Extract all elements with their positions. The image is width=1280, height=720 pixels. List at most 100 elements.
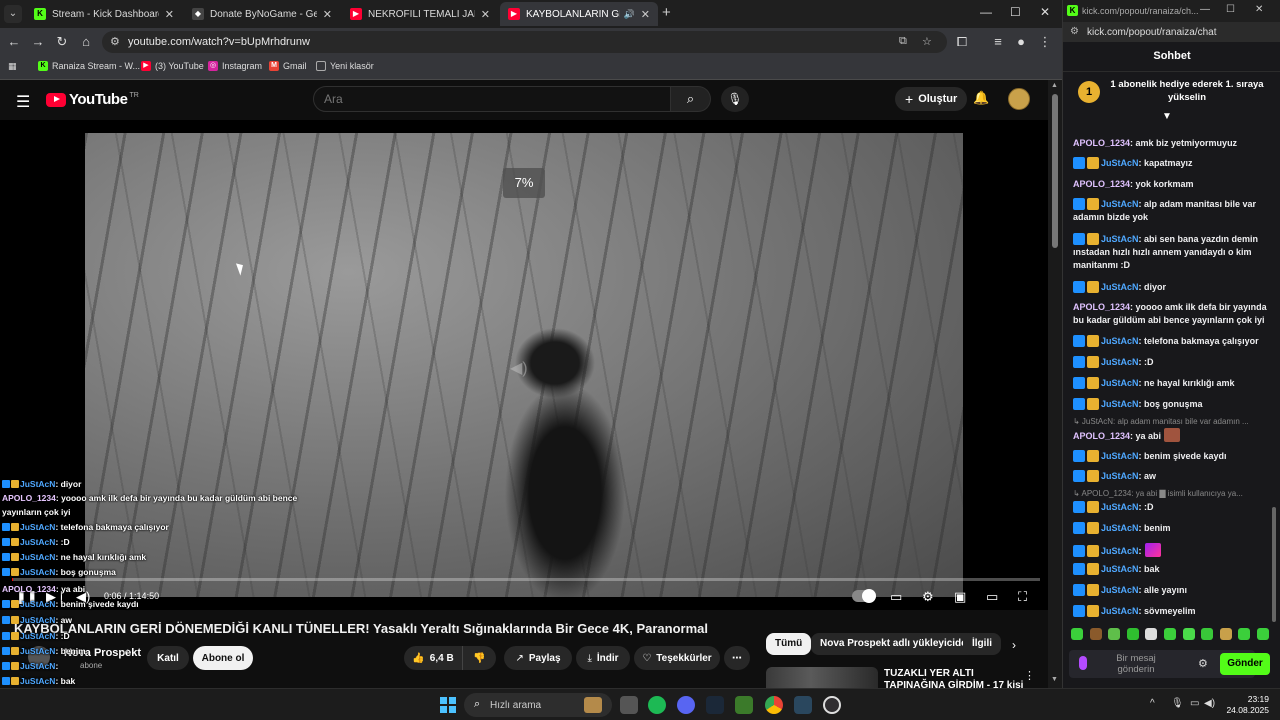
tab-search-icon[interactable]: ⌄ (4, 5, 22, 23)
chat-message[interactable]: APOLO_1234: ya abi (1073, 428, 1269, 443)
chat-message[interactable]: JuStAcN: telefona bakmaya çalışıyor (1073, 335, 1269, 348)
settings-gear-icon[interactable]: ⚙ (922, 589, 934, 605)
new-tab-button[interactable]: + (662, 4, 671, 21)
chat-username[interactable]: JuStAcN (1101, 158, 1139, 168)
emote-icon[interactable] (1164, 628, 1176, 640)
address-bar[interactable]: ⚙ youtube.com/watch?v=bUpMrhdrunw ⧉ ☆ (102, 31, 947, 53)
speaker-icon[interactable]: 🔊 (624, 9, 635, 20)
search-input[interactable] (314, 87, 634, 111)
bookmark-instagram[interactable]: ◎ Instagram (208, 61, 262, 71)
like-button[interactable]: 👍 6,4 B (404, 646, 462, 670)
extensions-icon[interactable]: ⧠ (954, 34, 970, 50)
chat-message[interactable]: JuStAcN: diyor (1073, 281, 1269, 294)
chat-username[interactable]: JuStAcN (1101, 471, 1139, 481)
emote-icon[interactable] (1257, 628, 1269, 640)
tab-kick-dashboard[interactable]: K Stream - Kick Dashboard ✕ (26, 2, 182, 26)
minimize-icon[interactable]: — (980, 5, 992, 19)
fullscreen-icon[interactable]: ⛶ (1018, 589, 1027, 605)
search-button[interactable]: ⌕ (671, 86, 711, 112)
progress-bar[interactable] (12, 578, 1040, 581)
chat-username[interactable]: JuStAcN (1101, 357, 1139, 367)
chat-message[interactable]: JuStAcN: :D (1073, 356, 1269, 369)
rec-video-thumbnail[interactable] (766, 667, 878, 688)
chat-username[interactable]: JuStAcN (1101, 523, 1139, 533)
install-app-icon[interactable]: ⧉ (899, 35, 907, 48)
chat-message[interactable]: JuStAcN: sövmeyelim (1073, 605, 1269, 618)
bookmark-star-icon[interactable]: ☆ (922, 35, 932, 48)
rec-more-icon[interactable]: ⋮ (1024, 669, 1035, 682)
media-control-icon[interactable]: ≡ (990, 34, 1006, 49)
bookmark-folder[interactable]: Yeni klasör (316, 61, 374, 71)
voice-search-button[interactable]: 🎙 (721, 86, 749, 112)
chat-username[interactable]: JuStAcN (1101, 564, 1139, 574)
create-button[interactable]: + Oluştur (895, 87, 968, 111)
tray-mic-icon[interactable]: 🎙 (1171, 698, 1184, 709)
close-icon[interactable]: ✕ (165, 8, 174, 21)
scroll-down-icon[interactable]: ▼ (1051, 676, 1058, 683)
minimize-icon[interactable]: — (1200, 4, 1210, 15)
chat-message[interactable]: JuStAcN: :D (1073, 501, 1269, 514)
notifications-bell-icon[interactable]: 🔔 (973, 90, 989, 106)
site-info-icon[interactable]: ⚙ (110, 35, 120, 48)
chat-username[interactable]: JuStAcN (1101, 282, 1139, 292)
youtube-logo[interactable]: YouTube TR (46, 91, 139, 108)
share-button[interactable]: ↗ Paylaş (504, 646, 572, 670)
chrome-icon[interactable] (765, 696, 783, 714)
minecraft-icon[interactable] (735, 696, 753, 714)
chat-scrollbar[interactable] (1272, 507, 1276, 622)
chat-username[interactable]: JuStAcN (1101, 502, 1139, 512)
join-button[interactable]: Katıl (147, 646, 189, 670)
close-icon[interactable]: ✕ (323, 8, 332, 21)
scrollbar-thumb[interactable] (1052, 94, 1058, 248)
apps-grid-icon[interactable]: ▦ (8, 61, 17, 72)
steam-icon[interactable] (706, 696, 724, 714)
close-icon[interactable]: ✕ (481, 8, 490, 21)
maximize-icon[interactable]: ☐ (1010, 5, 1021, 19)
emote-icon[interactable] (1182, 628, 1195, 640)
download-button[interactable]: ⤓ İndir (576, 646, 630, 670)
chat-message[interactable]: JuStAcN: alp adam manitası bile var adam… (1073, 198, 1269, 224)
thanks-button[interactable]: ♡ Teşekkürler (634, 646, 720, 670)
tray-expand-icon[interactable]: ^ (1150, 698, 1155, 709)
emote-icon[interactable] (1238, 628, 1251, 640)
chat-message[interactable]: JuStAcN: aw (1073, 470, 1269, 483)
maximize-icon[interactable]: ☐ (1226, 4, 1235, 15)
chat-message[interactable]: JuStAcN: ne hayal kırıklığı amk (1073, 377, 1269, 390)
chat-message[interactable]: JuStAcN: benim şivede kaydı (1073, 450, 1269, 463)
tray-display-icon[interactable]: ▭ (1190, 698, 1199, 709)
chat-message[interactable]: JuStAcN: kapatmayız (1073, 157, 1269, 170)
chat-username[interactable]: JuStAcN (1101, 199, 1139, 209)
chip-all[interactable]: Tümü (766, 633, 812, 655)
chat-username[interactable]: JuStAcN (1101, 399, 1139, 409)
site-info-icon[interactable]: ⚙ (1070, 26, 1079, 37)
account-avatar[interactable] (1008, 88, 1030, 110)
chat-username[interactable]: APOLO_1234 (1073, 179, 1130, 189)
channel-avatar[interactable] (28, 646, 50, 668)
emote-icon[interactable] (1071, 628, 1083, 640)
emote-icon[interactable] (1145, 628, 1158, 640)
chat-settings-gear-icon[interactable]: ⚙ (1198, 657, 1208, 670)
reload-icon[interactable]: ↻ (54, 34, 70, 50)
chat-username[interactable]: JuStAcN (1101, 336, 1139, 346)
chat-message[interactable]: APOLO_1234: yok korkmam (1073, 178, 1269, 191)
subscribe-button[interactable]: Abone ol (193, 646, 253, 670)
profile-icon[interactable]: ● (1013, 34, 1029, 49)
close-window-icon[interactable]: ✕ (1040, 5, 1050, 19)
close-window-icon[interactable]: ✕ (1255, 4, 1263, 15)
chat-username[interactable]: APOLO_1234 (1073, 431, 1130, 441)
windows-start-icon[interactable] (440, 697, 456, 713)
chat-username[interactable]: JuStAcN (1101, 234, 1139, 244)
emote-icon[interactable] (1089, 628, 1102, 640)
miniplayer-icon[interactable]: ▣ (954, 589, 966, 605)
chat-reply-preview[interactable]: ↳ JuStAcN: alp adam manitası bile var ad… (1073, 417, 1269, 426)
chat-username[interactable]: JuStAcN (1101, 585, 1139, 595)
chat-message[interactable]: JuStAcN: benim (1073, 522, 1269, 535)
tab-youtube-nekrofili[interactable]: ▶ NEKROFİLİ TEMALI JAPON KOR ✕ (342, 2, 498, 26)
volume-icon[interactable]: ◀) (76, 589, 90, 605)
task-view-icon[interactable] (620, 696, 638, 714)
chat-message[interactable]: JuStAcN: alle yayını (1073, 584, 1269, 597)
gift-leaderboard-banner[interactable]: 1 1 abonelik hediye ederek 1. sıraya yük… (1063, 72, 1280, 112)
more-actions-button[interactable]: ⋯ (724, 646, 750, 670)
emote-icon[interactable] (1219, 628, 1232, 640)
send-button[interactable]: Gönder (1220, 653, 1270, 675)
